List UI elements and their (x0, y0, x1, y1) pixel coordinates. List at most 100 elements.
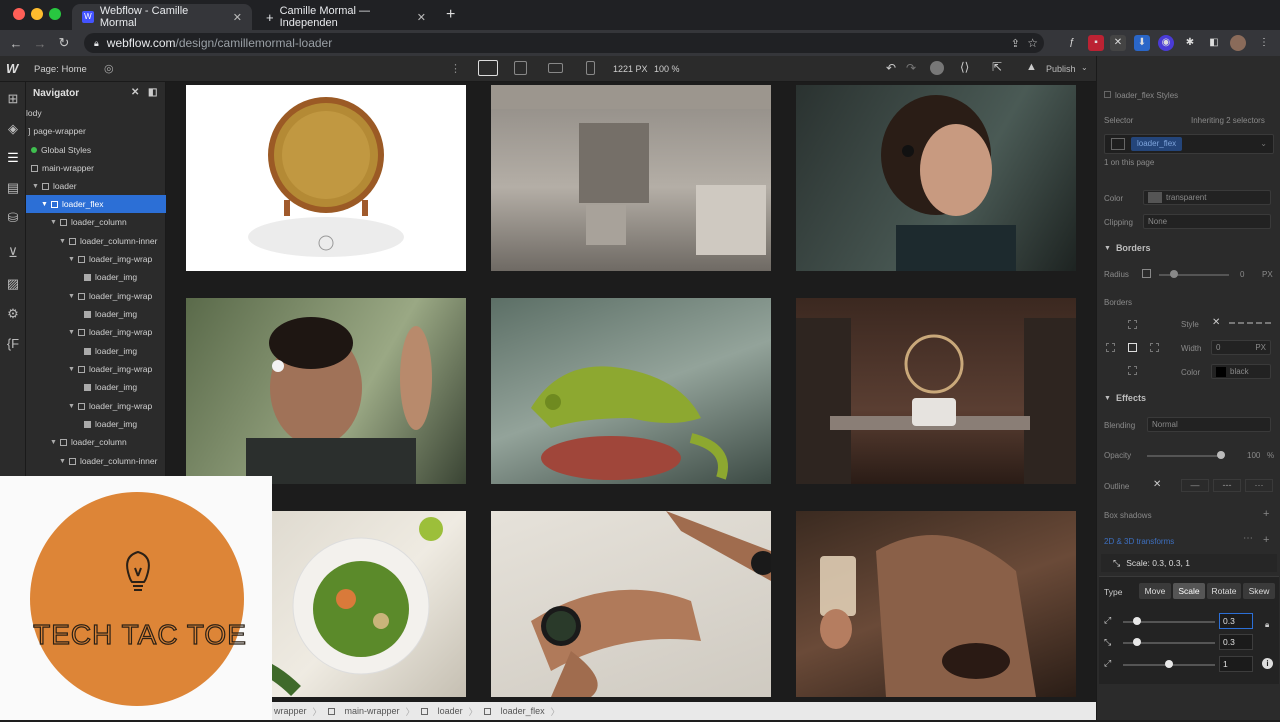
bookmark-star-icon[interactable]: ☆ (1027, 36, 1038, 50)
redo-icon[interactable]: ↷ (906, 61, 916, 75)
border-bottom-icon[interactable] (1128, 366, 1137, 375)
mobile-portrait-icon[interactable] (586, 61, 595, 75)
tree-item[interactable]: loader_img (26, 415, 166, 433)
variables-icon[interactable]: {F (5, 336, 21, 352)
scale-x-input[interactable]: 0.3 (1219, 613, 1253, 629)
opacity-slider-knob[interactable] (1217, 451, 1225, 459)
tree-item[interactable]: ▼ loader (26, 177, 166, 195)
webflow-logo-icon[interactable]: W (6, 61, 18, 76)
tree-item[interactable]: loader_img (26, 268, 166, 286)
close-tab-icon[interactable]: ✕ (233, 11, 242, 24)
tree-item[interactable]: lody (26, 104, 166, 122)
tab-camille-mormal[interactable]: + Camille Mormal — Independen ✕ (256, 4, 436, 30)
border-width-field[interactable]: 0 PX (1211, 340, 1271, 355)
scale-button[interactable]: Scale (1173, 583, 1205, 599)
tree-item[interactable]: ▼ loader_column (26, 433, 166, 451)
back-arrow-icon[interactable]: ← (4, 36, 28, 51)
outline-dashed-option[interactable]: --- (1213, 479, 1241, 492)
scale-z-input[interactable]: 1 (1219, 656, 1253, 672)
tree-item[interactable]: ▼ loader_img-wrap (26, 323, 166, 341)
breadcrumb-item[interactable]: wrapper (274, 706, 307, 716)
sidebar-icon[interactable]: ◧ (1206, 35, 1222, 51)
tree-item[interactable]: ▼ loader_column-inner (26, 232, 166, 250)
tree-item[interactable]: main-wrapper (26, 159, 166, 177)
loader-image-watch[interactable] (491, 511, 771, 697)
radius-all-icon[interactable] (1142, 269, 1151, 278)
outline-none-icon[interactable]: ✕ (1153, 479, 1161, 490)
settings-gear-icon[interactable]: ⚙ (5, 306, 21, 322)
radius-slider-knob[interactable] (1170, 270, 1178, 278)
forward-arrow-icon[interactable]: → (28, 36, 52, 51)
borders-section[interactable]: ▼ Borders (1097, 238, 1280, 258)
pages-icon[interactable]: ▤ (5, 180, 21, 196)
border-none-icon[interactable]: ✕ (1212, 317, 1220, 328)
cms-database-icon[interactable]: ⛁ (5, 210, 21, 226)
tree-item-selected[interactable]: ▼ loader_flex (26, 195, 166, 213)
undo-icon[interactable]: ↶ (886, 61, 896, 75)
inheriting-label[interactable]: Inheriting 2 selectors (1191, 116, 1265, 125)
code-icon[interactable]: ⟨⟩ (960, 60, 969, 74)
add-transform-icon[interactable]: + (1263, 534, 1269, 546)
border-style-options[interactable] (1229, 322, 1271, 324)
tree-item[interactable]: ▼ loader_column (26, 213, 166, 231)
loader-image-chameleon[interactable] (491, 298, 771, 484)
loader-image-coffee[interactable] (796, 511, 1076, 697)
puzzle-icon[interactable]: ✱ (1182, 35, 1198, 51)
new-tab-icon[interactable]: + (446, 6, 455, 24)
tree-item[interactable]: ▼ loader_img-wrap (26, 250, 166, 268)
rotate-button[interactable]: Rotate (1207, 583, 1241, 599)
tab-webflow[interactable]: W Webflow - Camille Mormal ✕ (72, 4, 252, 30)
extension-icon[interactable]: ▪ (1088, 35, 1104, 51)
scale-y-knob[interactable] (1132, 638, 1141, 646)
tree-item[interactable]: loader_img (26, 378, 166, 396)
outline-dotted-option[interactable]: ··· (1245, 479, 1273, 492)
tree-item[interactable]: ▼ loader_column-inner (26, 452, 166, 470)
info-icon[interactable]: i (1262, 658, 1273, 669)
publish-button[interactable]: Publish (1046, 64, 1076, 74)
comments-icon[interactable] (930, 61, 944, 75)
desktop-breakpoint-icon[interactable] (478, 60, 498, 76)
tree-item[interactable]: ▼ loader_img-wrap (26, 287, 166, 305)
scale-z-knob[interactable] (1165, 660, 1173, 668)
avatar[interactable] (1230, 35, 1246, 51)
tablet-breakpoint-icon[interactable] (514, 61, 527, 75)
breadcrumb-item[interactable]: main-wrapper (345, 706, 400, 716)
loader-image-woman-earbuds[interactable] (796, 85, 1076, 271)
selector-field[interactable]: loader_flex ⌄ (1104, 134, 1274, 154)
tree-item-global-styles[interactable]: Global Styles (26, 141, 166, 159)
design-canvas[interactable] (166, 82, 1096, 702)
transform-list-item[interactable]: ⤡ Scale: 0.3, 0.3, 1 (1101, 554, 1277, 572)
loader-image-lamp[interactable] (796, 298, 1076, 484)
tree-item[interactable]: ▼ loader_img-wrap (26, 397, 166, 415)
share-icon[interactable]: ⇪ (1011, 37, 1020, 50)
border-left-icon[interactable] (1106, 343, 1115, 352)
tree-item[interactable]: ▼ loader_img-wrap (26, 360, 166, 378)
scale-y-input[interactable]: 0.3 (1219, 634, 1253, 650)
navigator-icon[interactable]: ☰ (5, 150, 21, 166)
minimize-window-button[interactable] (31, 8, 43, 20)
selector-tag[interactable]: loader_flex (1131, 137, 1183, 151)
assets-icon[interactable]: ▨ (5, 276, 21, 292)
loader-image-room[interactable] (491, 85, 771, 271)
extension-icon[interactable]: ✕ (1110, 35, 1126, 51)
close-window-button[interactable] (13, 8, 25, 20)
border-all-icon[interactable] (1128, 343, 1137, 352)
blending-select[interactable]: Normal (1147, 417, 1271, 432)
chevron-down-icon[interactable]: ⌄ (1081, 63, 1088, 72)
border-color-field[interactable]: black (1211, 364, 1271, 379)
close-tab-icon[interactable]: ✕ (417, 11, 426, 24)
move-button[interactable]: Move (1139, 583, 1171, 599)
lock-icon[interactable]: 🔒︎ (1265, 620, 1269, 630)
border-top-icon[interactable] (1128, 320, 1137, 329)
add-shadow-icon[interactable]: + (1263, 508, 1269, 520)
download-icon[interactable]: ⬇ (1134, 35, 1150, 51)
more-menu-icon[interactable]: ⋮ (1256, 35, 1272, 51)
export-icon[interactable]: ⇱ (992, 60, 1002, 74)
more-icon[interactable]: ⋯ (1243, 533, 1253, 544)
loader-image-man-earbuds[interactable] (186, 298, 466, 484)
ecommerce-cart-icon[interactable]: ⊻ (5, 245, 21, 261)
loader-image-speaker[interactable] (186, 85, 466, 271)
extension-icon[interactable]: ƒ (1064, 35, 1080, 51)
clipping-select[interactable]: None (1143, 214, 1271, 229)
breadcrumb-item[interactable]: loader (438, 706, 463, 716)
